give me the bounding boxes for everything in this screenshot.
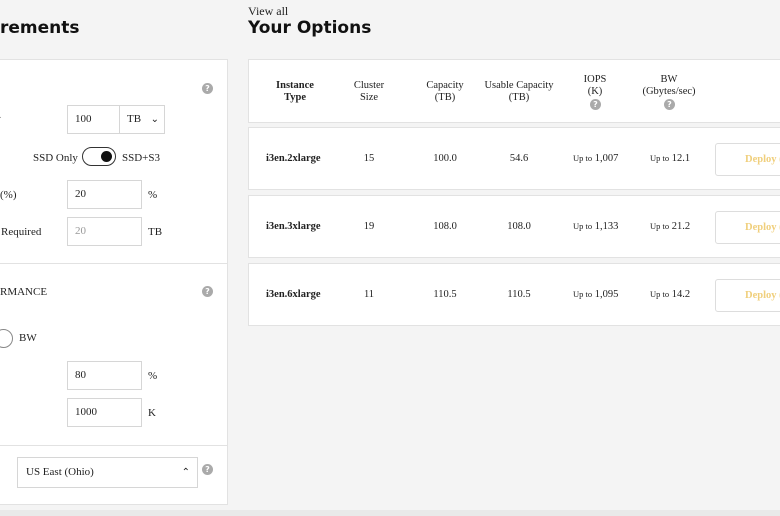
column-iops: IOPS (K) — [583, 74, 607, 97]
required-label: Required — [1, 226, 42, 238]
required-unit: TB — [148, 226, 163, 238]
cluster-size-cell: 19 — [363, 221, 375, 232]
chevron-down-icon: ⌄ — [150, 114, 159, 125]
capacity-cell: 110.5 — [433, 289, 457, 300]
capacity-cell: 108.0 — [433, 221, 457, 232]
instance-type-cell: i3en.6xlarge — [266, 289, 321, 300]
column-bw: BW (Gbytes/sec) — [642, 74, 696, 97]
iops-cell: Up to 1,133 — [573, 221, 619, 232]
column-instance-type: Instance Type — [276, 80, 314, 103]
usable-capacity-cell: 54.6 — [509, 153, 529, 164]
percent-unit: % — [148, 189, 158, 201]
options-table-header: Instance Type Cluster Size Capacity (TB) Us… — [248, 59, 780, 123]
percent-label: (%) — [0, 189, 17, 201]
table-row: i3en.3xlarge 19 108.0 108.0 Up to 1,133 … — [248, 195, 780, 258]
view-all-link[interactable]: View all — [248, 4, 288, 19]
usable-capacity-cell: 110.5 — [507, 289, 531, 300]
performance-title: RMANCE — [0, 286, 48, 298]
section-divider — [0, 445, 228, 446]
instance-type-cell: i3en.3xlarge — [266, 221, 321, 232]
section-divider — [0, 263, 228, 264]
required-input[interactable]: 20 — [67, 217, 142, 246]
bw-cell: Up to 12.1 — [650, 153, 691, 164]
bw-radio-label: BW — [19, 332, 37, 344]
ssd-only-label: SSD Only — [33, 152, 78, 164]
iops-cell: Up to 1,095 — [573, 289, 619, 300]
capacity-cell: 100.0 — [433, 153, 457, 164]
capacity-input[interactable]: 100 — [67, 105, 120, 134]
column-usable-capacity: Usable Capacity (TB) — [484, 80, 554, 103]
performance-percent-input[interactable]: 80 — [67, 361, 142, 390]
bw-cell: Up to 21.2 — [650, 221, 691, 232]
bw-help-icon[interactable]: ? — [664, 99, 675, 110]
region-value: US East (Ohio) — [26, 466, 94, 478]
iops-input[interactable]: 1000 — [67, 398, 142, 427]
percent-input[interactable]: 20 — [67, 180, 142, 209]
ssd-s3-label: SSD+S3 — [122, 152, 161, 164]
requirements-title: rements — [0, 18, 80, 38]
requirements-panel: ? · 100 TB ⌄ SSD Only SSD+S3 (%) 20 % Re… — [0, 59, 228, 505]
footer-bar — [0, 510, 780, 516]
column-cluster-size: Cluster Size — [353, 80, 385, 103]
iops-cell: Up to 1,007 — [573, 153, 619, 164]
bw-cell: Up to 14.2 — [650, 289, 691, 300]
instance-type-cell: i3en.2xlarge — [266, 153, 321, 164]
performance-help-icon[interactable]: ? — [202, 286, 213, 297]
chevron-up-icon: ⌃ — [181, 467, 190, 478]
region-select[interactable]: US East (Ohio) ⌃ — [17, 457, 198, 488]
column-capacity: Capacity (TB) — [426, 80, 464, 103]
performance-percent-unit: % — [148, 370, 158, 382]
your-options-title: Your Options — [248, 18, 372, 38]
table-row: i3en.2xlarge 15 100.0 54.6 Up to 1,007 U… — [248, 127, 780, 190]
deploy-button[interactable]: Deploy ( — [715, 143, 780, 176]
toggle-knob — [101, 151, 112, 162]
deploy-button[interactable]: Deploy ( — [715, 211, 780, 244]
iops-help-icon[interactable]: ? — [590, 99, 601, 110]
capacity-label: · — [0, 112, 2, 124]
capacity-help-icon[interactable]: ? — [202, 83, 213, 94]
usable-capacity-cell: 108.0 — [507, 221, 531, 232]
region-help-icon[interactable]: ? — [202, 464, 213, 475]
cluster-size-cell: 11 — [363, 289, 375, 300]
iops-unit: K — [148, 407, 156, 419]
deploy-button[interactable]: Deploy ( — [715, 279, 780, 312]
storage-toggle[interactable] — [82, 147, 116, 166]
table-row: i3en.6xlarge 11 110.5 110.5 Up to 1,095 … — [248, 263, 780, 326]
capacity-unit-value: TB — [127, 113, 142, 125]
cluster-size-cell: 15 — [363, 153, 375, 164]
capacity-unit-select[interactable]: TB ⌄ — [119, 105, 165, 134]
